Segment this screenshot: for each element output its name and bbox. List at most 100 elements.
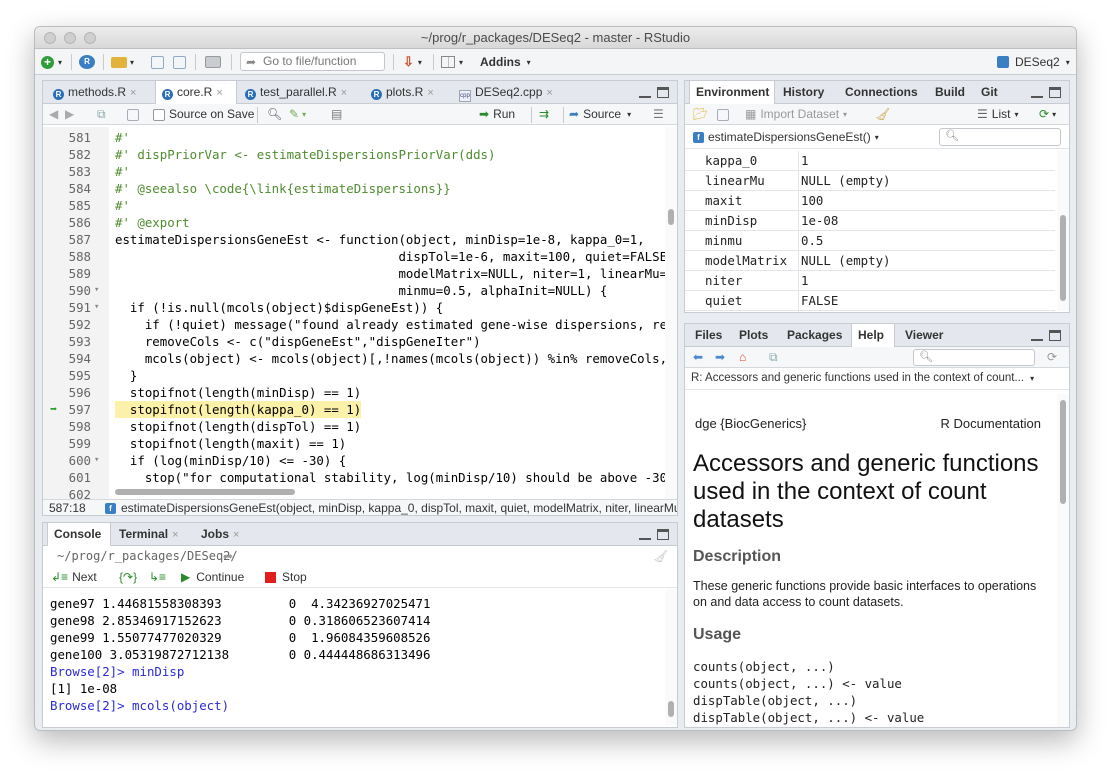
continue-button[interactable]: ▶ Continue bbox=[181, 569, 244, 586]
scrollbar-thumb[interactable] bbox=[668, 209, 674, 225]
close-icon[interactable]: × bbox=[216, 87, 222, 99]
maximize-pane-icon[interactable] bbox=[1049, 87, 1061, 98]
tab-terminal[interactable]: Terminal × bbox=[113, 523, 193, 546]
close-icon[interactable]: × bbox=[341, 87, 347, 99]
maximize-pane-icon[interactable] bbox=[657, 529, 669, 540]
refresh-icon[interactable]: ⟳ bbox=[1047, 349, 1057, 366]
print-button[interactable] bbox=[205, 52, 221, 72]
tab-files[interactable]: Files bbox=[689, 324, 731, 347]
close-icon[interactable]: × bbox=[233, 529, 239, 541]
help-forward-icon[interactable]: ➡ bbox=[715, 349, 725, 366]
code-editor[interactable]: 581 #' 582 #' dispPriorVar <- estimateDisp… bbox=[43, 127, 673, 499]
close-icon[interactable]: × bbox=[546, 87, 552, 99]
new-file-button[interactable]: + ▾ bbox=[41, 52, 62, 72]
table-row[interactable]: modelMatrix NULL (empty) bbox=[685, 251, 1055, 271]
table-row[interactable]: linearMu NULL (empty) bbox=[685, 171, 1055, 191]
console-output[interactable]: gene96 3.71137209115081 0 0.712599316617… bbox=[43, 589, 663, 725]
source-button[interactable]: ➦ Source ▾ bbox=[569, 106, 631, 123]
console-scrollbar[interactable] bbox=[665, 589, 677, 725]
tab-viewer[interactable]: Viewer bbox=[899, 324, 955, 347]
fold-icon[interactable]: ▾ bbox=[94, 282, 99, 299]
source-on-save-checkbox[interactable]: Source on Save bbox=[153, 106, 254, 123]
step-into-icon[interactable]: {↷} bbox=[119, 569, 137, 586]
console-input[interactable]: Browse[2]> mcols(object) bbox=[50, 697, 229, 714]
tab-test-parallel-r[interactable]: Rtest_parallel.R × bbox=[239, 81, 365, 104]
scrollbar-thumb[interactable] bbox=[668, 701, 674, 717]
help-search-input[interactable]: 🔍︎ bbox=[913, 349, 1035, 366]
close-icon[interactable]: × bbox=[172, 529, 178, 541]
close-icon[interactable]: × bbox=[130, 87, 136, 99]
show-in-window-icon[interactable]: ⧉ bbox=[769, 349, 778, 366]
minimize-pane-icon[interactable] bbox=[1031, 87, 1043, 98]
show-in-window-icon[interactable]: ⧉ bbox=[97, 106, 106, 123]
environment-scrollbar[interactable] bbox=[1057, 151, 1069, 311]
run-button[interactable]: ➡ Run bbox=[479, 106, 515, 123]
tab-methods-r[interactable]: Rmethods.R × bbox=[47, 81, 155, 104]
save-button[interactable] bbox=[151, 52, 164, 72]
refresh-icon[interactable]: ⟳ ▾ bbox=[1039, 106, 1056, 123]
table-row[interactable]: minDisp 1e-08 bbox=[685, 211, 1055, 231]
close-icon[interactable]: × bbox=[427, 87, 433, 99]
clear-console-icon[interactable]: 🧹︎ bbox=[653, 548, 668, 565]
compile-report-icon[interactable]: ▤ bbox=[331, 106, 342, 123]
finish-function-icon[interactable]: ↳≡ bbox=[149, 569, 166, 586]
tab-packages[interactable]: Packages bbox=[781, 324, 853, 347]
tab-console[interactable]: Console bbox=[47, 523, 111, 547]
minimize-pane-icon[interactable] bbox=[1031, 330, 1043, 341]
scrollbar-thumb[interactable] bbox=[1060, 400, 1066, 504]
tab-connections[interactable]: Connections bbox=[839, 81, 925, 104]
tab-help[interactable]: Help bbox=[851, 324, 895, 348]
save-file-icon[interactable] bbox=[127, 106, 139, 123]
addins-menu[interactable]: Addins ▾ bbox=[480, 52, 531, 72]
table-row[interactable]: minmu 0.5 bbox=[685, 231, 1055, 251]
tab-plots[interactable]: Plots bbox=[733, 324, 777, 347]
tab-environment[interactable]: Environment bbox=[689, 81, 775, 105]
vcs-button[interactable]: ⇩ ▾ bbox=[403, 52, 422, 72]
table-row[interactable]: maxit 100 bbox=[685, 191, 1055, 211]
minimize-pane-icon[interactable] bbox=[639, 87, 651, 98]
tab-build[interactable]: Build bbox=[929, 81, 971, 104]
table-row[interactable]: niter 1 bbox=[685, 271, 1055, 291]
maximize-pane-icon[interactable] bbox=[1049, 330, 1061, 341]
fold-icon[interactable]: ▾ bbox=[94, 299, 99, 316]
open-file-button[interactable]: ▾ bbox=[111, 52, 134, 72]
code-tools-icon[interactable]: ✎ ▾ bbox=[289, 106, 306, 123]
horizontal-scrollbar[interactable] bbox=[115, 489, 295, 495]
editor-scrollbar[interactable] bbox=[665, 127, 677, 499]
goto-file-input[interactable]: ➦ Go to file/function bbox=[240, 52, 385, 71]
tab-git[interactable]: Git bbox=[975, 81, 1009, 104]
environment-search-input[interactable]: 🔍︎ bbox=[939, 128, 1061, 146]
go-to-directory-icon[interactable]: ➦ bbox=[223, 548, 233, 565]
search-icon[interactable]: 🔍︎ bbox=[267, 106, 282, 123]
pane-layout-button[interactable]: ▾ bbox=[441, 52, 463, 72]
tab-plots-r[interactable]: Rplots.R × bbox=[365, 81, 451, 104]
scope-menu[interactable]: f estimateDispersionsGeneEst() ▾ bbox=[693, 129, 879, 146]
clear-workspace-icon[interactable]: 🧹︎ bbox=[875, 106, 890, 123]
tab-core-r[interactable]: Rcore.R × bbox=[155, 81, 237, 105]
new-project-button[interactable]: R bbox=[79, 52, 95, 72]
view-mode-menu[interactable]: ☰ List ▾ bbox=[977, 106, 1018, 123]
close-window-button[interactable] bbox=[44, 32, 56, 44]
next-button[interactable]: ↲≡ Next bbox=[51, 569, 97, 586]
maximize-pane-icon[interactable] bbox=[657, 87, 669, 98]
forward-icon[interactable]: ▶ bbox=[65, 106, 74, 123]
rerun-icon[interactable]: ⇉ bbox=[539, 106, 549, 123]
project-menu[interactable]: DESeq2 ▾ bbox=[997, 52, 1070, 72]
table-row[interactable]: kappa_0 1 bbox=[685, 151, 1055, 171]
help-back-icon[interactable]: ⬅ bbox=[693, 349, 703, 366]
scrollbar-thumb[interactable] bbox=[1060, 215, 1066, 301]
help-topic-menu[interactable]: R: Accessors and generic functions used … bbox=[691, 370, 1034, 387]
load-workspace-icon[interactable]: 📂︎ bbox=[693, 106, 708, 123]
tab-jobs[interactable]: Jobs × bbox=[195, 523, 255, 546]
home-icon[interactable]: ⌂ bbox=[739, 349, 746, 366]
stop-button[interactable]: Stop bbox=[265, 569, 307, 586]
back-icon[interactable]: ◀ bbox=[49, 106, 58, 123]
import-dataset-menu[interactable]: ▦ Import Dataset ▾ bbox=[745, 106, 847, 123]
table-row[interactable]: quiet FALSE bbox=[685, 291, 1055, 311]
minimize-window-button[interactable] bbox=[64, 32, 76, 44]
fold-icon[interactable]: ▾ bbox=[94, 452, 99, 469]
zoom-window-button[interactable] bbox=[84, 32, 96, 44]
save-all-button[interactable] bbox=[173, 52, 186, 72]
minimize-pane-icon[interactable] bbox=[639, 529, 651, 540]
function-signature[interactable]: estimateDispersionsGeneEst(object, minDi… bbox=[121, 500, 677, 515]
